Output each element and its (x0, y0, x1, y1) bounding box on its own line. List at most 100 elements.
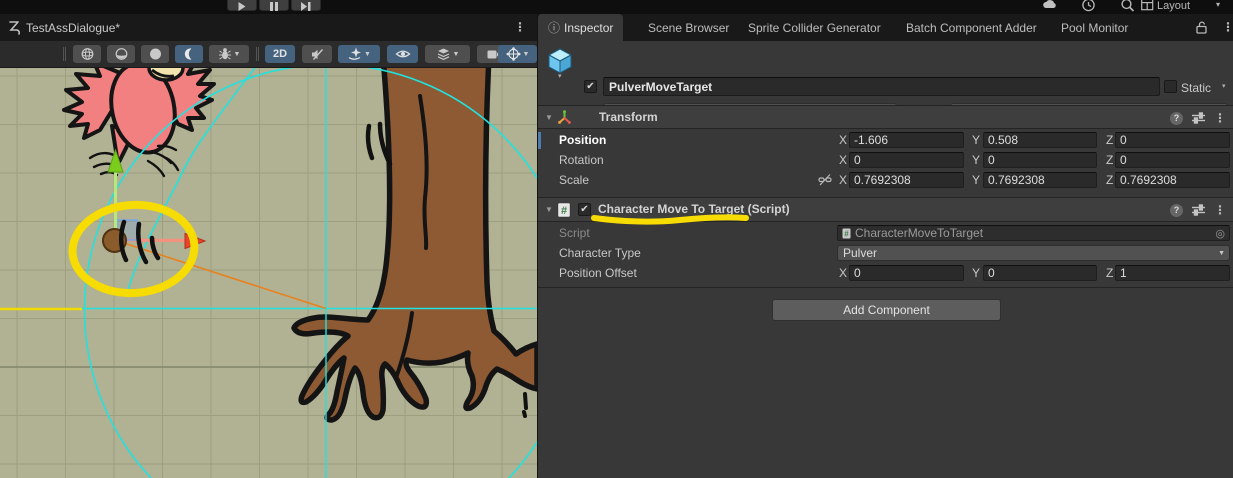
tab-label: Batch Component Adder (906, 21, 1037, 35)
transform-icon (557, 110, 572, 130)
gameobject-active-checkbox[interactable]: ✔ (584, 80, 597, 93)
help-icon[interactable]: ? (1170, 112, 1183, 125)
svg-text:#: # (561, 205, 567, 217)
transform-foldout-icon[interactable]: ▼ (545, 113, 553, 122)
axis-z-label: Z (1106, 173, 1113, 187)
presets-icon[interactable] (1192, 204, 1205, 216)
layout-grid-icon[interactable] (1141, 0, 1154, 14)
tab-batch-component-adder[interactable]: Batch Component Adder (896, 14, 1047, 41)
pause-icon (270, 2, 278, 11)
bug-icon (218, 47, 232, 61)
scene-tab-title[interactable]: TestAssDialogue* (26, 21, 120, 35)
sphere-shaded-icon (114, 47, 129, 61)
axis-x-label: X (839, 266, 847, 280)
inspector-menu-kebab[interactable]: ⋮ (1222, 20, 1233, 34)
object-picker-icon[interactable]: ◎ (1215, 227, 1225, 241)
position-label: Position (559, 133, 606, 147)
layout-dropdown[interactable]: Layout (1157, 0, 1190, 14)
script-foldout-icon[interactable]: ▼ (545, 205, 553, 214)
gameobject-header: ▾ ✔ Static ▾ Tag Untagged ▼ Layer Defaul… (538, 41, 1233, 104)
offset-y-field[interactable]: 0 (983, 265, 1097, 281)
bug-caret-icon: ▼ (234, 51, 241, 58)
position-row: Position X -1.606 Y 0.508 Z 0 (538, 131, 1233, 149)
rotation-z-field[interactable]: 0 (1115, 152, 1230, 168)
scene-tab-bar: TestAssDialogue* ⋮ (0, 14, 537, 41)
gizmo-orange-link-line (116, 241, 326, 309)
script-row: Script #CharacterMoveToTarget ◎ (538, 224, 1233, 242)
info-icon: ⓘ (548, 19, 560, 36)
sphere-wireframe-icon (80, 47, 95, 61)
scene-lighting-button[interactable] (175, 45, 203, 63)
offset-z-field[interactable]: 1 (1115, 265, 1230, 281)
step-button[interactable] (291, 0, 321, 11)
static-caret-icon[interactable]: ▾ (1222, 82, 1226, 90)
search-icon[interactable] (1120, 0, 1135, 14)
svg-text:#: # (844, 230, 849, 239)
layers-icon (436, 47, 451, 61)
section-divider (538, 287, 1233, 288)
character-type-value: Pulver (843, 246, 877, 260)
presets-icon[interactable] (1192, 112, 1205, 124)
main-toolbar: Layout ▾ (0, 0, 1233, 14)
character-type-dropdown[interactable]: Pulver ▼ (837, 245, 1230, 261)
rotation-label: Rotation (559, 153, 604, 167)
gizmo-caret-icon: ▼ (523, 51, 530, 58)
shading-solid-button[interactable] (141, 45, 169, 63)
csharp-script-icon: # (557, 202, 571, 223)
position-x-field[interactable]: -1.606 (849, 132, 964, 148)
script-object-name: CharacterMoveToTarget (855, 226, 983, 240)
scene-menu-kebab[interactable]: ⋮ (514, 20, 526, 34)
audio-mute-button[interactable] (302, 45, 332, 63)
transform-kebab[interactable]: ⋮ (1214, 111, 1226, 125)
help-icon[interactable]: ? (1170, 204, 1183, 217)
scale-x-field[interactable]: 0.7692308 (849, 172, 964, 188)
debug-bug-dropdown-button[interactable]: ▼ (209, 45, 249, 63)
toolbar-separator (256, 47, 257, 61)
layout-caret-icon[interactable]: ▾ (1216, 0, 1220, 14)
cloud-icon[interactable] (1042, 0, 1058, 14)
mode-2d-label: 2D (273, 48, 287, 60)
tab-label: Pool Monitor (1061, 21, 1128, 35)
script-object-field[interactable]: # CharacterMoveToTarget ◎ (837, 225, 1230, 241)
scene-visibility-button[interactable] (387, 45, 418, 63)
history-clock-icon[interactable] (1081, 0, 1096, 14)
gameobject-icon-caret[interactable]: ▾ (558, 72, 562, 80)
inspector-tab-bar: ⓘ Inspector Scene Browser Sprite Collide… (538, 14, 1233, 41)
offset-x-field[interactable]: 0 (849, 265, 964, 281)
script-object-icon: # (842, 228, 851, 239)
scene-viewport[interactable] (0, 68, 537, 478)
tab-scene-browser[interactable]: Scene Browser (638, 14, 739, 41)
static-checkbox[interactable] (1164, 80, 1177, 93)
rotation-y-field[interactable]: 0 (983, 152, 1097, 168)
position-z-field[interactable]: 0 (1115, 132, 1230, 148)
tab-inspector[interactable]: ⓘ Inspector (538, 14, 623, 41)
character-type-caret-icon: ▼ (1218, 250, 1225, 257)
character-type-label: Character Type (559, 246, 641, 260)
play-button[interactable] (227, 0, 257, 11)
transform-header[interactable]: ▼ Transform ? ⋮ (538, 105, 1233, 129)
add-component-button[interactable]: Add Component (772, 299, 1001, 321)
tab-pool-monitor[interactable]: Pool Monitor (1051, 14, 1138, 41)
scale-z-field[interactable]: 0.7692308 (1115, 172, 1230, 188)
mode-2d-button[interactable]: 2D (265, 45, 295, 63)
position-y-field[interactable]: 0.508 (983, 132, 1097, 148)
scene-panel: TestAssDialogue* ⋮ ▼ 2D ▼ (0, 14, 537, 478)
pause-button[interactable] (259, 0, 289, 11)
lock-icon[interactable] (1196, 21, 1208, 39)
effects-dropdown-button[interactable]: ▼ (338, 45, 380, 63)
layers-dropdown-button[interactable]: ▼ (425, 45, 470, 63)
shading-shaded-wireframe-button[interactable] (107, 45, 135, 63)
orientation-gizmo-icon (506, 47, 521, 61)
position-offset-row: Position Offset X 0 Y 0 Z 1 (538, 264, 1233, 282)
axis-z-label: Z (1106, 266, 1113, 280)
shading-wireframe-button[interactable] (73, 45, 101, 63)
transform-title: Transform (599, 110, 658, 124)
gameobject-name-field[interactable] (603, 77, 1160, 96)
tab-sprite-collider-generator[interactable]: Sprite Collider Generator (738, 14, 891, 41)
constrain-proportions-icon[interactable] (818, 173, 832, 191)
rotation-x-field[interactable]: 0 (849, 152, 964, 168)
scale-y-field[interactable]: 0.7692308 (983, 172, 1097, 188)
eye-icon (395, 48, 411, 60)
script-kebab[interactable]: ⋮ (1214, 203, 1226, 217)
scene-gizmo-dropdown-button[interactable]: ▼ (498, 45, 537, 63)
